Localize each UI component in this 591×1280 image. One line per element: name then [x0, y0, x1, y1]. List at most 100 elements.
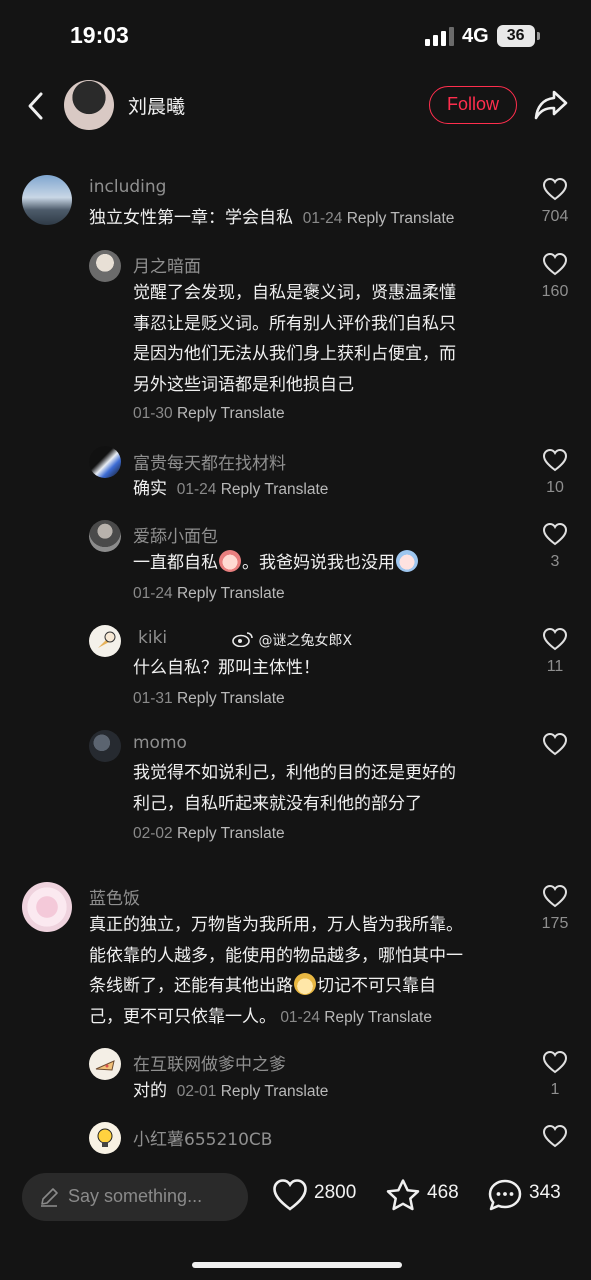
- comment-line: 己，更不可只依靠一人。 01-24 Reply Translate: [89, 1002, 463, 1034]
- reply-button[interactable]: Reply: [177, 825, 217, 842]
- reply-meta: 01-30 Reply Translate: [133, 405, 285, 423]
- like-button[interactable]: [535, 732, 575, 756]
- reply-text[interactable]: 一直都自私 。我爸妈说我也没用: [133, 548, 419, 579]
- reply-username[interactable]: 月之暗面: [133, 252, 201, 277]
- watermark: @谜之兔女郎X: [232, 630, 352, 650]
- reply-button[interactable]: Reply: [221, 481, 261, 498]
- heart-icon: [542, 522, 568, 546]
- like-count: 11: [546, 658, 564, 675]
- avatar[interactable]: [89, 520, 121, 552]
- reply-button[interactable]: Reply: [347, 210, 387, 227]
- comment-total: 343: [529, 1182, 561, 1203]
- crying-emoji-icon: [219, 550, 241, 572]
- battery-icon: 36: [496, 25, 540, 47]
- status-time: 19:03: [70, 22, 129, 48]
- reply-date: 01-30: [133, 405, 173, 422]
- comment-text[interactable]: 独立女性第一章：学会自私 01-24 Reply Translate: [89, 203, 454, 235]
- comment-line: 真正的独立，万物皆为我所用，万人皆为我所靠。: [89, 915, 463, 935]
- like-button[interactable]: [535, 884, 575, 908]
- avatar[interactable]: [89, 625, 121, 657]
- reply-line: 我觉得不如说利己，利他的目的还是更好的: [133, 763, 456, 783]
- comment-text[interactable]: 真正的独立，万物皆为我所用，万人皆为我所靠。 能依靠的人越多，能使用的物品越多，…: [89, 910, 463, 1033]
- like-button[interactable]: [535, 1050, 575, 1074]
- reply-text[interactable]: 对的 02-01 Reply Translate: [133, 1076, 328, 1108]
- avatar[interactable]: [89, 446, 121, 478]
- avatar[interactable]: [89, 1048, 121, 1080]
- ice-cream-icon: [98, 631, 116, 648]
- reply-button[interactable]: Reply: [177, 690, 217, 707]
- reply-username[interactable]: 富贵每天都在找材料: [133, 449, 286, 474]
- reply-username[interactable]: 小红薯655210CB: [133, 1125, 272, 1150]
- comment-line-part: 条线断了，还能有其他出路: [89, 976, 293, 996]
- reply-text[interactable]: 什么自私？那叫主体性！: [133, 653, 320, 684]
- avatar[interactable]: [22, 175, 72, 225]
- translate-button[interactable]: Translate: [368, 1009, 432, 1026]
- comment-input-placeholder[interactable]: Say something...: [68, 1186, 202, 1207]
- collect-total: 468: [427, 1182, 459, 1203]
- lightbulb-icon: [97, 1128, 113, 1147]
- like-button[interactable]: [535, 1124, 575, 1148]
- heart-icon[interactable]: [272, 1178, 308, 1216]
- share-icon[interactable]: [533, 88, 569, 122]
- reply-text[interactable]: 确实 01-24 Reply Translate: [133, 474, 328, 506]
- comment-meta: 01-24 Reply Translate: [276, 1009, 432, 1026]
- back-icon[interactable]: [20, 88, 50, 124]
- follow-button[interactable]: Follow: [429, 86, 517, 124]
- reply-button[interactable]: Reply: [221, 1083, 261, 1100]
- reply-username[interactable]: momo: [133, 733, 187, 753]
- comment-bubble-icon[interactable]: [487, 1178, 523, 1216]
- reply-button[interactable]: Reply: [177, 405, 217, 422]
- network-type: 4G: [462, 24, 489, 47]
- reply-line: 利己，自私听起来就没有利他的部分了: [133, 793, 422, 814]
- pencil-icon: [38, 1186, 60, 1212]
- reply-username[interactable]: kiki: [138, 628, 167, 648]
- crying-emoji-icon: [396, 550, 418, 572]
- translate-button[interactable]: Translate: [221, 825, 285, 842]
- translate-button[interactable]: Translate: [264, 481, 328, 498]
- avatar[interactable]: [89, 730, 121, 762]
- translate-button[interactable]: Translate: [390, 210, 454, 227]
- reply-text[interactable]: 觉醒了会发现，自私是褒义词，贤惠温柔懂 事忍让是贬义词。所有别人评价我们自私只 …: [133, 278, 456, 400]
- like-button[interactable]: [535, 252, 575, 276]
- reply-line: 觉醒了会发现，自私是褒义词，贤惠温柔懂: [133, 283, 456, 303]
- comment-date: 01-24: [280, 1008, 320, 1026]
- translate-button[interactable]: Translate: [221, 690, 285, 707]
- avatar[interactable]: [89, 250, 121, 282]
- reply-button[interactable]: Reply: [324, 1009, 364, 1026]
- reply-username[interactable]: 在互联网做爹中之爹: [133, 1050, 286, 1075]
- heart-icon: [542, 252, 568, 276]
- translate-button[interactable]: Translate: [221, 585, 285, 602]
- reply-line: 是因为他们无法从我们身上获利占便宜，而: [133, 344, 456, 364]
- reply-text[interactable]: 我觉得不如说利己，利他的目的还是更好的 利己，自私听起来就没有利他的部分了: [133, 758, 456, 819]
- reply-date: 02-02: [133, 825, 173, 842]
- like-button[interactable]: [535, 627, 575, 651]
- reply-line: 事忍让是贬义词。所有别人评价我们自私只: [133, 313, 456, 334]
- avatar[interactable]: [22, 882, 72, 932]
- comment-username[interactable]: including: [89, 177, 166, 197]
- reply-date: 02-01: [176, 1083, 217, 1100]
- reply-meta: 01-24 Reply Translate: [133, 585, 285, 603]
- reply-button[interactable]: Reply: [177, 585, 217, 602]
- reply-line: 另外这些词语都是利他损自己: [133, 374, 354, 395]
- like-button[interactable]: [535, 448, 575, 472]
- translate-button[interactable]: Translate: [264, 1083, 328, 1100]
- comment-line: 条线断了，还能有其他出路 切记不可只靠自: [89, 971, 463, 1002]
- like-button[interactable]: [535, 522, 575, 546]
- like-button[interactable]: [535, 177, 575, 201]
- heart-icon: [542, 732, 568, 756]
- like-count: 704: [541, 208, 569, 225]
- reply-meta: 02-01 Reply Translate: [172, 1083, 329, 1100]
- pizza-icon: [95, 1060, 115, 1071]
- reply-username[interactable]: 爱舔小面包: [133, 522, 218, 547]
- author-avatar[interactable]: [64, 80, 114, 130]
- comment-line-part: 己，更不可只依靠一人。: [89, 1006, 276, 1027]
- reply-body: 对的: [133, 1081, 167, 1101]
- avatar[interactable]: [89, 1122, 121, 1154]
- translate-button[interactable]: Translate: [221, 405, 285, 422]
- comment-username[interactable]: 蓝色饭: [89, 884, 140, 909]
- star-icon[interactable]: [385, 1178, 421, 1216]
- comment-line: 能依靠的人越多，能使用的物品越多，哪怕其中一: [89, 945, 463, 966]
- reply-body-cont: 。我爸妈说我也没用: [242, 553, 395, 573]
- author-name[interactable]: 刘晨曦: [128, 92, 185, 119]
- home-indicator[interactable]: [192, 1262, 402, 1268]
